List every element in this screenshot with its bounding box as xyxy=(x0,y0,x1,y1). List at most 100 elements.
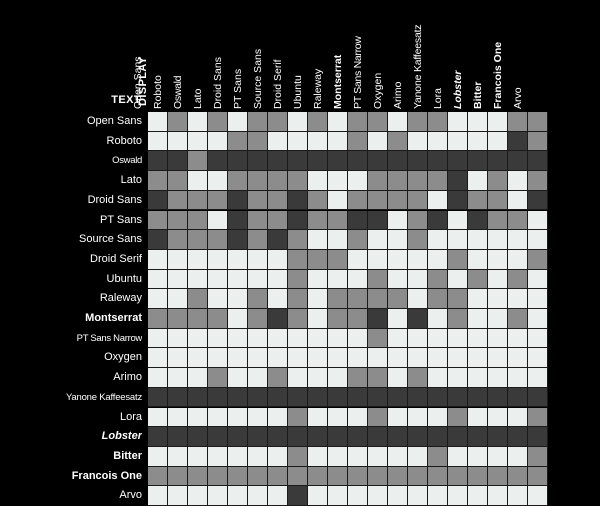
heatmap-cell[interactable] xyxy=(488,230,508,250)
heatmap-cell[interactable] xyxy=(348,387,368,408)
heatmap-cell[interactable] xyxy=(308,210,328,231)
heatmap-cell[interactable] xyxy=(428,249,448,270)
heatmap-cell[interactable] xyxy=(268,427,288,447)
heatmap-cell[interactable] xyxy=(388,269,408,290)
heatmap-cell[interactable] xyxy=(468,446,488,467)
heatmap-cell[interactable] xyxy=(488,348,508,369)
heatmap-cell[interactable] xyxy=(308,348,328,369)
heatmap-cell[interactable] xyxy=(388,171,408,191)
heatmap-cell[interactable] xyxy=(228,407,248,428)
heatmap-cell[interactable] xyxy=(228,131,248,152)
heatmap-cell[interactable] xyxy=(268,387,288,408)
heatmap-cell[interactable] xyxy=(208,466,228,487)
heatmap-cell[interactable] xyxy=(508,190,528,211)
heatmap-cell[interactable] xyxy=(488,387,508,408)
heatmap-cell[interactable] xyxy=(228,171,248,191)
heatmap-cell[interactable] xyxy=(328,210,348,231)
heatmap-cell[interactable] xyxy=(168,151,188,172)
heatmap-cell[interactable] xyxy=(208,112,228,132)
heatmap-cell[interactable] xyxy=(248,190,268,211)
heatmap-cell[interactable] xyxy=(228,151,248,172)
heatmap-cell[interactable] xyxy=(368,368,388,388)
heatmap-cell[interactable] xyxy=(168,427,188,447)
heatmap-cell[interactable] xyxy=(308,466,328,487)
heatmap-cell[interactable] xyxy=(448,407,468,428)
heatmap-cell[interactable] xyxy=(228,190,248,211)
heatmap-cell[interactable] xyxy=(268,249,288,270)
heatmap-cell[interactable] xyxy=(208,151,228,172)
heatmap-cell[interactable] xyxy=(248,171,268,191)
heatmap-cell[interactable] xyxy=(288,249,308,270)
heatmap-cell[interactable] xyxy=(328,190,348,211)
heatmap-cell[interactable] xyxy=(148,171,168,191)
heatmap-cell[interactable] xyxy=(348,230,368,250)
heatmap-cell[interactable] xyxy=(368,407,388,428)
heatmap-cell[interactable] xyxy=(428,446,448,467)
heatmap-cell[interactable] xyxy=(188,309,208,329)
heatmap-cell[interactable] xyxy=(168,446,188,467)
heatmap-cell[interactable] xyxy=(348,249,368,270)
heatmap-cell[interactable] xyxy=(288,131,308,152)
heatmap-cell[interactable] xyxy=(448,269,468,290)
heatmap-cell[interactable] xyxy=(508,249,528,270)
heatmap-cell[interactable] xyxy=(188,407,208,428)
heatmap-cell[interactable] xyxy=(408,151,428,172)
heatmap-cell[interactable] xyxy=(248,348,268,369)
heatmap-cell[interactable] xyxy=(468,466,488,487)
heatmap-cell[interactable] xyxy=(268,151,288,172)
heatmap-cell[interactable] xyxy=(148,466,168,487)
heatmap-cell[interactable] xyxy=(308,112,328,132)
heatmap-cell[interactable] xyxy=(408,112,428,132)
heatmap-cell[interactable] xyxy=(528,387,548,408)
heatmap-cell[interactable] xyxy=(228,289,248,309)
heatmap-cell[interactable] xyxy=(508,210,528,231)
heatmap-cell[interactable] xyxy=(428,230,448,250)
heatmap-cell[interactable] xyxy=(368,427,388,447)
heatmap-cell[interactable] xyxy=(368,249,388,270)
heatmap-cell[interactable] xyxy=(528,171,548,191)
heatmap-cell[interactable] xyxy=(248,131,268,152)
heatmap-cell[interactable] xyxy=(428,190,448,211)
heatmap-cell[interactable] xyxy=(488,407,508,428)
heatmap-cell[interactable] xyxy=(488,328,508,349)
heatmap-cell[interactable] xyxy=(368,486,388,506)
heatmap-cell[interactable] xyxy=(468,171,488,191)
heatmap-cell[interactable] xyxy=(448,151,468,172)
heatmap-cell[interactable] xyxy=(368,112,388,132)
heatmap-cell[interactable] xyxy=(248,486,268,506)
heatmap-cell[interactable] xyxy=(188,269,208,290)
heatmap-cell[interactable] xyxy=(248,368,268,388)
heatmap-cell[interactable] xyxy=(308,190,328,211)
heatmap-cell[interactable] xyxy=(348,348,368,369)
heatmap-cell[interactable] xyxy=(328,368,348,388)
heatmap-cell[interactable] xyxy=(248,407,268,428)
heatmap-cell[interactable] xyxy=(268,446,288,467)
heatmap-cell[interactable] xyxy=(228,446,248,467)
heatmap-cell[interactable] xyxy=(428,328,448,349)
heatmap-cell[interactable] xyxy=(288,289,308,309)
heatmap-cell[interactable] xyxy=(428,210,448,231)
heatmap-cell[interactable] xyxy=(188,368,208,388)
heatmap-cell[interactable] xyxy=(488,131,508,152)
heatmap-cell[interactable] xyxy=(328,348,348,369)
heatmap-cell[interactable] xyxy=(168,407,188,428)
heatmap-cell[interactable] xyxy=(268,230,288,250)
heatmap-cell[interactable] xyxy=(368,348,388,369)
heatmap-cell[interactable] xyxy=(408,387,428,408)
heatmap-cell[interactable] xyxy=(328,112,348,132)
heatmap-cell[interactable] xyxy=(488,112,508,132)
heatmap-cell[interactable] xyxy=(328,427,348,447)
heatmap-cell[interactable] xyxy=(268,171,288,191)
heatmap-cell[interactable] xyxy=(188,249,208,270)
heatmap-cell[interactable] xyxy=(348,289,368,309)
heatmap-cell[interactable] xyxy=(188,171,208,191)
heatmap-cell[interactable] xyxy=(268,210,288,231)
heatmap-cell[interactable] xyxy=(508,230,528,250)
heatmap-cell[interactable] xyxy=(168,249,188,270)
heatmap-cell[interactable] xyxy=(368,387,388,408)
heatmap-cell[interactable] xyxy=(508,486,528,506)
heatmap-cell[interactable] xyxy=(248,230,268,250)
heatmap-cell[interactable] xyxy=(188,289,208,309)
heatmap-cell[interactable] xyxy=(348,427,368,447)
heatmap-cell[interactable] xyxy=(228,328,248,349)
